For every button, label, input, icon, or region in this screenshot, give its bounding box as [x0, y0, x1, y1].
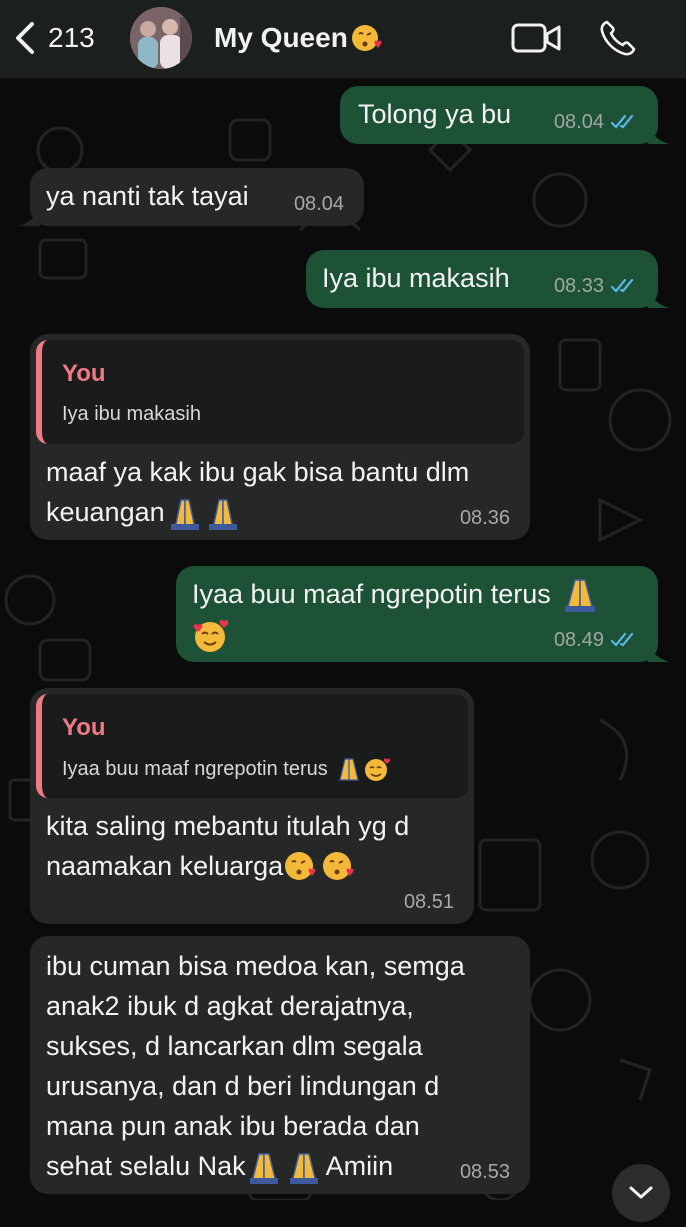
contact-name[interactable]: My Queen [214, 22, 382, 54]
message-text: kita saling mebantu itulah yg d naamakan… [46, 806, 409, 886]
message-text-line: ibu cuman bisa medoa kan, semga [46, 951, 465, 981]
scroll-to-bottom-button[interactable] [612, 1164, 670, 1222]
message-text-line: maaf ya kak ibu gak bisa bantu dlm [46, 457, 470, 487]
quote-text-content: Iyaa buu maaf ngrepotin terus [62, 758, 328, 780]
message-bubble-outgoing[interactable]: Iya ibu makasih 08.33 [306, 250, 670, 308]
message-time: 08.04 [553, 111, 604, 133]
pray-smiling-hearts-emoji-icon [338, 758, 390, 781]
message-text-line: sehat selalu Nak [46, 1151, 246, 1181]
message-text-line: urusanya, dan d beri lindungan d [46, 1071, 440, 1101]
contact-name-text: My Queen [214, 22, 348, 53]
message-meta: 08.33 [554, 276, 638, 296]
quoted-message[interactable]: You Iyaa buu maaf ngrepotin terus [36, 694, 468, 798]
unread-count: 213 [48, 22, 95, 53]
message-text-line: naamakan keluarga [46, 851, 284, 881]
message-text-line: keuangan [46, 497, 165, 527]
message-meta: 08.49 [554, 630, 638, 650]
message-meta: 08.51 [404, 892, 454, 912]
message-bubble-incoming-reply[interactable]: You Iya ibu makasih maaf ya kak ibu gak … [30, 334, 530, 540]
quote-text: Iya ibu makasih [62, 403, 201, 425]
message-bubble-outgoing[interactable]: Iyaa buu maaf ngrepotin terus 08.49 [176, 566, 670, 662]
message-text: ya nanti tak tayai [46, 181, 249, 211]
message-text-line: Amiin [325, 1151, 394, 1181]
pray-emoji-icon [170, 499, 237, 530]
chevron-down-icon [629, 1186, 653, 1199]
message-text-line: kita saling mebantu itulah yg d [46, 811, 410, 841]
message-time: 08.33 [553, 275, 604, 297]
kissing-heart-emoji-icon [285, 852, 354, 880]
video-call-icon[interactable] [510, 20, 562, 56]
quote-text: Iyaa buu maaf ngrepotin terus [62, 756, 468, 782]
message-meta: 08.53 [460, 1162, 510, 1182]
back-button[interactable]: 213 [12, 20, 95, 56]
smiling-face-hearts-icon [193, 619, 228, 652]
avatar[interactable] [130, 7, 192, 69]
message-text: Iyaa buu maaf ngrepotin terus [192, 574, 601, 654]
phone-icon[interactable] [598, 18, 638, 58]
pray-emoji-icon [249, 1153, 318, 1184]
back-chevron-icon [16, 22, 34, 54]
message-time: 08.49 [553, 629, 604, 651]
message-text: Tolong ya bu [358, 99, 512, 129]
message-text-line: sukses, d lancarkan dlm segala [46, 1031, 423, 1061]
message-text-line: Iyaa buu maaf ngrepotin terus [192, 579, 551, 609]
message-list[interactable]: Tolong ya bu 08.04 ya nanti tak tayai 08… [0, 78, 686, 1200]
message-meta: 08.04 [294, 194, 344, 214]
message-time: 08.04 [293, 193, 344, 215]
message-time: 08.36 [459, 507, 510, 529]
quote-author: You [62, 360, 106, 387]
pray-emoji-icon [564, 579, 595, 612]
message-text-line: mana pun anak ibu berada dan [46, 1111, 420, 1141]
message-text: Iya ibu makasih [322, 263, 510, 293]
chat-header: 213 My Queen [0, 0, 686, 78]
read-ticks-icon [610, 278, 634, 293]
message-bubble-incoming[interactable]: ya nanti tak tayai 08.04 [18, 168, 364, 226]
message-text: maaf ya kak ibu gak bisa bantu dlm keuan… [46, 452, 469, 532]
kissing-heart-emoji-icon [351, 25, 382, 51]
message-time: 08.51 [403, 891, 454, 913]
message-meta: 08.36 [460, 508, 510, 528]
read-ticks-icon [610, 632, 634, 647]
message-text: ibu cuman bisa medoa kan, semga anak2 ib… [46, 946, 465, 1186]
message-bubble-incoming-reply[interactable]: You Iyaa buu maaf ngrepotin terus kita s… [30, 688, 474, 924]
message-text-line: anak2 ibuk d agkat derajatnya, [46, 991, 414, 1021]
quote-author: You [62, 714, 106, 741]
quoted-message[interactable]: You Iya ibu makasih [36, 340, 524, 444]
message-bubble-outgoing[interactable]: Tolong ya bu 08.04 [340, 86, 670, 144]
message-meta: 08.04 [554, 112, 638, 132]
message-bubble-incoming[interactable]: ibu cuman bisa medoa kan, semga anak2 ib… [30, 936, 530, 1194]
read-ticks-icon [610, 114, 634, 129]
message-time: 08.53 [459, 1161, 510, 1183]
